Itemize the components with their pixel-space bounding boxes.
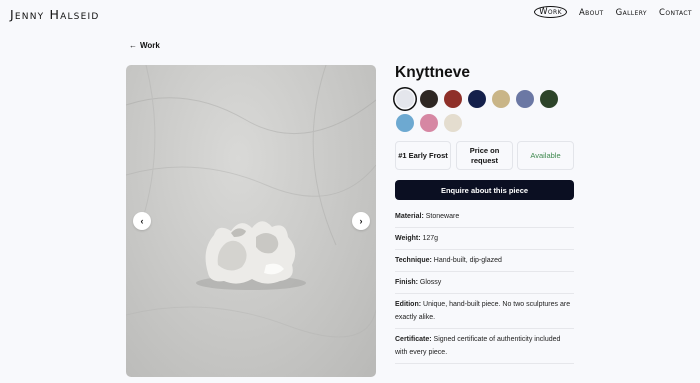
spec-row: Finish: Glossy <box>395 272 574 294</box>
product-title: Knyttneve <box>395 64 470 81</box>
spec-row: Material: Stoneware <box>395 206 574 228</box>
spec-row: Weight: 127g <box>395 228 574 250</box>
spec-row: Certificate: Signed certificate of authe… <box>395 329 574 364</box>
color-swatch[interactable] <box>444 114 462 132</box>
tile-variant-name: #1 Early Frost <box>395 141 451 170</box>
product-specs: Material: Stoneware Weight: 127g Techniq… <box>395 206 574 364</box>
chevron-right-icon: › <box>359 216 363 226</box>
nav-item-about[interactable]: About <box>579 8 604 18</box>
back-link-label: Work <box>140 41 160 50</box>
enquire-button[interactable]: Enquire about this piece <box>395 180 574 200</box>
color-swatch[interactable] <box>516 90 534 108</box>
color-swatch[interactable] <box>396 114 414 132</box>
nav-item-work[interactable]: Work <box>534 6 567 18</box>
chevron-left-icon: ‹ <box>140 216 144 226</box>
color-swatch[interactable] <box>492 90 510 108</box>
spec-row: Technique: Hand-built, dip-glazed <box>395 250 574 272</box>
sculpture-image <box>196 221 306 290</box>
site-logo[interactable]: Jenny Halseid <box>10 7 99 22</box>
back-link[interactable]: ← Work <box>129 41 160 50</box>
product-image-carousel: ‹ › <box>126 65 376 377</box>
main-nav: Work About Gallery Contact <box>534 6 692 18</box>
color-swatch[interactable] <box>396 90 414 108</box>
spec-row: Edition: Unique, hand-built piece. No tw… <box>395 294 574 329</box>
color-swatch[interactable] <box>468 90 486 108</box>
color-swatch[interactable] <box>540 90 558 108</box>
prev-image-button[interactable]: ‹ <box>133 212 151 230</box>
nav-item-contact[interactable]: Contact <box>659 8 692 18</box>
nav-item-gallery[interactable]: Gallery <box>616 8 647 18</box>
arrow-left-icon: ← <box>129 41 137 50</box>
color-swatch[interactable] <box>420 114 438 132</box>
color-swatch[interactable] <box>420 90 438 108</box>
tile-availability: Available <box>517 141 574 170</box>
tile-price: Price on request <box>456 141 513 170</box>
next-image-button[interactable]: › <box>352 212 370 230</box>
color-swatch[interactable] <box>444 90 462 108</box>
